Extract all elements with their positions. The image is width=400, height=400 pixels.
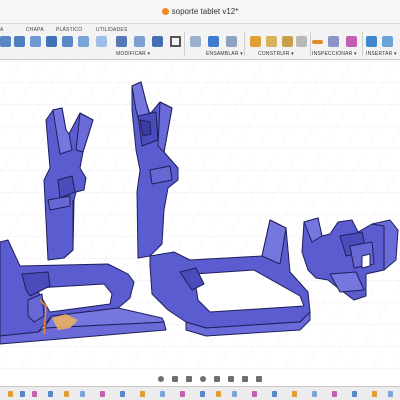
point-icon[interactable] [282, 36, 293, 47]
group-ensamblar[interactable]: ENSAMBLAR ▾ [206, 51, 243, 57]
timeline-feature-icon[interactable] [332, 391, 337, 397]
timeline-bar [0, 386, 400, 400]
group-inspeccionar[interactable]: INSPECCIONAR ▾ [312, 51, 357, 57]
group-construir[interactable]: CONSTRUIR ▾ [258, 51, 294, 57]
timeline-fillet-icon[interactable] [160, 391, 165, 397]
display-settings-icon[interactable] [228, 376, 234, 382]
shell-icon[interactable] [152, 36, 163, 47]
axis-icon[interactable] [266, 36, 277, 47]
scene-3d[interactable] [0, 60, 400, 374]
toolbar-divider [184, 32, 185, 56]
tab-chapa[interactable]: CHAPA [26, 27, 44, 33]
timeline-fillet-icon[interactable] [312, 391, 317, 397]
move-icon[interactable] [170, 36, 181, 47]
document-icon [161, 8, 169, 15]
toolbar: A CHAPA PLÁSTICO UTILIDADES MODIFICAR ▾ … [0, 24, 400, 60]
construct-plane-icon[interactable] [250, 36, 261, 47]
tab-solid[interactable]: A [0, 27, 4, 33]
new-component-icon[interactable] [190, 36, 201, 47]
zebra-analysis-icon[interactable] [346, 36, 357, 47]
loft-icon[interactable] [62, 36, 73, 47]
viewports-icon[interactable] [256, 376, 262, 382]
timeline-feature-icon[interactable] [32, 391, 37, 397]
fillet-icon[interactable] [134, 36, 145, 47]
sketch-tool-icon[interactable] [0, 36, 11, 47]
timeline-extrude-icon[interactable] [272, 391, 277, 397]
toolbar-divider [310, 32, 311, 56]
navigation-bar [0, 374, 400, 384]
timeline-sketch-icon[interactable] [8, 391, 13, 397]
timeline-sketch-icon[interactable] [64, 391, 69, 397]
measure-icon[interactable] [312, 40, 323, 44]
look-at-icon[interactable] [172, 376, 178, 382]
timeline-extrude-icon[interactable] [352, 391, 357, 397]
canvas-viewport[interactable] [0, 60, 400, 374]
timeline-fillet-icon[interactable] [388, 391, 393, 397]
timeline-feature-icon[interactable] [252, 391, 257, 397]
joint-icon[interactable] [208, 36, 219, 47]
sweep-icon[interactable] [46, 36, 57, 47]
timeline-fillet-icon[interactable] [80, 391, 85, 397]
orbit-icon[interactable] [158, 376, 164, 382]
as-built-joint-icon[interactable] [226, 36, 237, 47]
web-icon[interactable] [96, 36, 107, 47]
tab-plastico[interactable]: PLÁSTICO [56, 27, 82, 33]
title-bar: soporte tablet v12* [0, 0, 400, 24]
document-tab[interactable]: soporte tablet v12* [0, 7, 400, 16]
press-pull-icon[interactable] [116, 36, 127, 47]
timeline-extrude-icon[interactable] [48, 391, 53, 397]
document-title: soporte tablet v12* [171, 7, 239, 16]
insert-image-icon[interactable] [366, 36, 377, 47]
extrude-icon[interactable] [30, 36, 41, 47]
timeline-fillet-icon[interactable] [232, 391, 237, 397]
insert-mesh-icon[interactable] [382, 36, 393, 47]
timeline-extrude-icon[interactable] [200, 391, 205, 397]
timeline-extrude-icon[interactable] [120, 391, 125, 397]
midplane-icon[interactable] [296, 36, 307, 47]
fit-icon[interactable] [214, 376, 220, 382]
timeline-sketch-icon[interactable] [216, 391, 221, 397]
zoom-icon[interactable] [200, 376, 206, 382]
timeline-feature-icon[interactable] [180, 391, 185, 397]
group-modificar[interactable]: MODIFICAR ▾ [116, 51, 150, 57]
interference-icon[interactable] [328, 36, 339, 47]
tab-utilidades[interactable]: UTILIDADES [96, 27, 127, 33]
rib-icon[interactable] [78, 36, 89, 47]
timeline-sketch-icon[interactable] [292, 391, 297, 397]
group-insertar[interactable]: INSERTAR ▾ [366, 51, 397, 57]
timeline-sketch-icon[interactable] [372, 391, 377, 397]
timeline-sketch-icon[interactable] [140, 391, 145, 397]
grid-icon[interactable] [242, 376, 248, 382]
nav-controls [150, 374, 270, 384]
timeline-feature-icon[interactable] [100, 391, 105, 397]
fusion-app-window: soporte tablet v12* A CHAPA PLÁSTICO UTI… [0, 0, 400, 400]
pan-icon[interactable] [186, 376, 192, 382]
revolve-icon[interactable] [14, 36, 25, 47]
toolbar-divider [362, 32, 363, 56]
timeline-extrude-icon[interactable] [20, 391, 25, 397]
toolbar-divider [244, 32, 245, 56]
